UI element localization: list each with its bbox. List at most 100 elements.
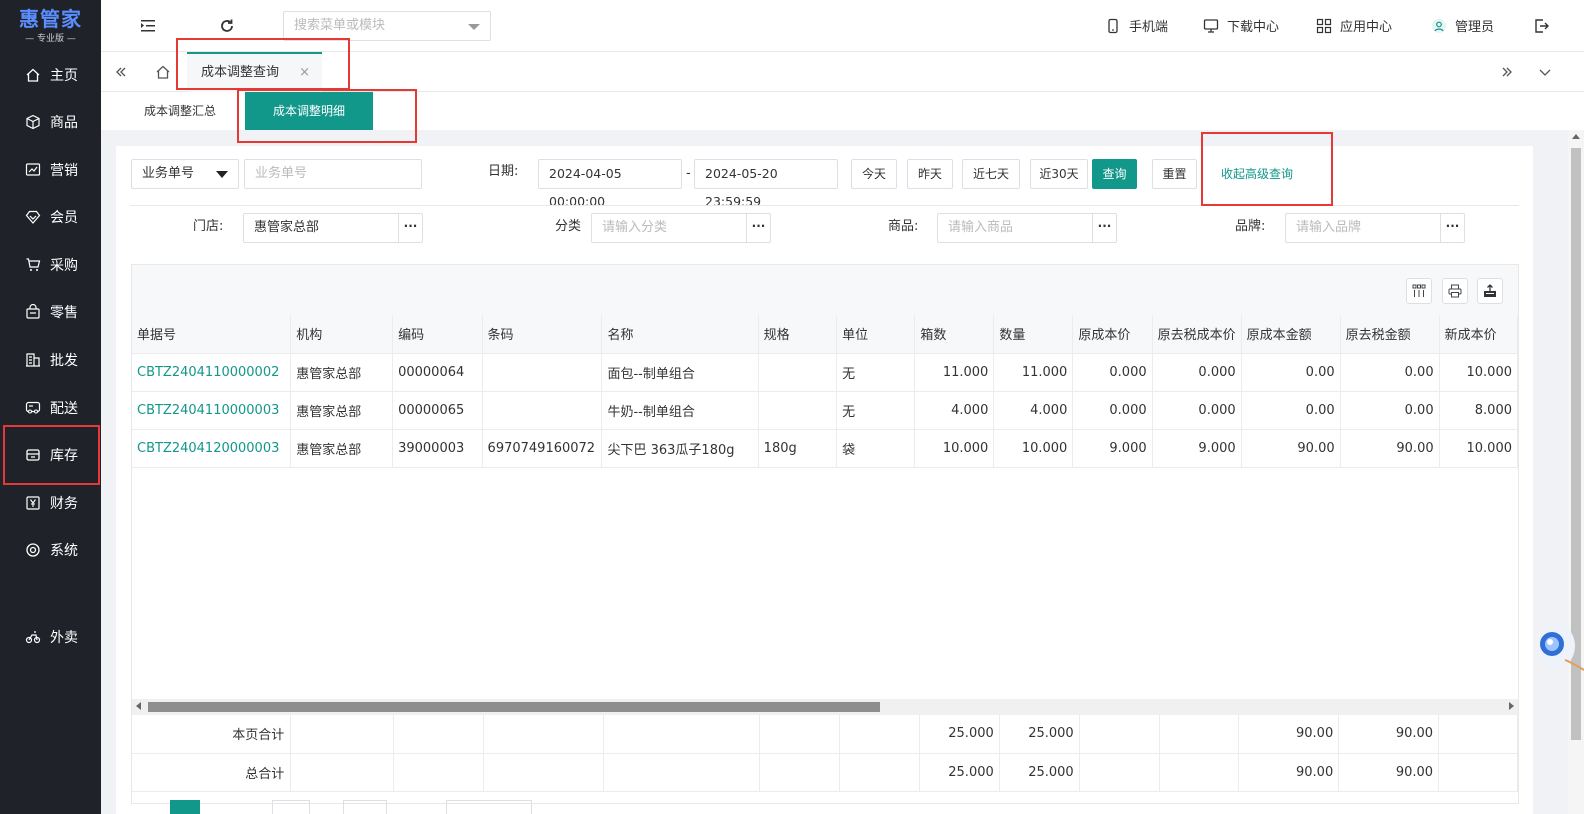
export-icon[interactable] (1477, 278, 1503, 304)
store-input[interactable]: 惠管家总部 ··· (243, 213, 423, 243)
yen-icon (24, 494, 42, 512)
close-icon[interactable]: × (299, 54, 310, 92)
column-header[interactable]: 规格 (758, 315, 838, 354)
date-to-input[interactable]: 2024-05-20 23:59:59 (694, 159, 838, 209)
tab-cost-detail[interactable]: 成本调整明细 (245, 92, 373, 130)
more-icon[interactable]: ··· (398, 214, 422, 242)
scroll-up-arrow-icon[interactable] (1572, 134, 1580, 139)
sidebar-item-label: 外卖 (50, 630, 78, 646)
user-menu[interactable]: 管理员 (1431, 16, 1494, 35)
search-button[interactable]: 查询 (1092, 159, 1137, 189)
table-cell: 0.00 (1241, 353, 1341, 392)
column-header[interactable]: 箱数 (914, 315, 995, 354)
table-cell: 10.000 (1439, 353, 1519, 392)
column-header[interactable]: 原去税金额 (1340, 315, 1440, 354)
date-from-input[interactable]: 2024-04-05 00:00:00 (538, 159, 682, 209)
tabs-scroll-left-icon[interactable] (109, 60, 133, 84)
sidebar-item-inventory[interactable]: 库存 (0, 435, 101, 475)
table-row[interactable]: CBTZ2404110000003 惠管家总部 00000065 牛奶--制单组合无 4… (132, 391, 1519, 430)
table-cell: 00000065 (392, 391, 483, 430)
sidebar-item-cart[interactable]: 采购 (0, 245, 101, 285)
mobile-link[interactable]: 手机端 (1105, 16, 1168, 35)
table-cell: 4.000 (993, 391, 1074, 430)
category-input[interactable]: 请输入分类 ··· (591, 213, 771, 243)
product-input[interactable]: 请输入商品 ··· (937, 213, 1117, 243)
app-logo[interactable]: 惠管家 — 专业版 — (0, 0, 101, 52)
download-center-link[interactable]: 下载中心 (1203, 16, 1279, 35)
menu-toggle-icon[interactable] (137, 14, 161, 38)
doc-type-select[interactable]: 业务单号 (131, 159, 239, 189)
totals-table: 本页合计 25.000 25.000 90.00 90.00 总合计 25.00… (132, 715, 1518, 792)
column-header[interactable]: 名称 (601, 315, 759, 354)
home-tab-icon[interactable] (151, 60, 175, 84)
more-icon[interactable]: ··· (746, 214, 770, 242)
tab-cost-summary[interactable]: 成本调整汇总 (144, 92, 216, 130)
sidebar-item-bike[interactable]: 外卖 (0, 617, 101, 657)
brand-label: 品牌: (1235, 219, 1266, 234)
brand-name: 惠管家 (19, 7, 82, 31)
refresh-icon[interactable] (215, 14, 239, 38)
more-icon[interactable]: ··· (1440, 214, 1464, 242)
chevron-down-icon[interactable] (1533, 60, 1557, 84)
doc-number-link[interactable]: CBTZ2404120000003 (132, 429, 292, 468)
sidebar-item-home[interactable]: 主页 (0, 55, 101, 95)
sidebar-item-settings[interactable]: 系统 (0, 530, 101, 570)
column-header[interactable]: 数量 (993, 315, 1074, 354)
last-30-days-button[interactable]: 近30天 (1030, 159, 1088, 189)
column-header[interactable]: 原去税成本价 (1152, 315, 1242, 354)
table-cell: 6970749160072 (482, 429, 603, 468)
table-cell: 0.000 (1072, 391, 1153, 430)
sidebar-item-yen[interactable]: 财务 (0, 483, 101, 523)
column-header[interactable]: 单据号 (132, 315, 292, 354)
sidebar-item-building[interactable]: 批发 (0, 340, 101, 380)
column-header[interactable]: 原成本价 (1072, 315, 1153, 354)
table-row[interactable]: CBTZ2404110000002 惠管家总部 00000064 面包--制单组合无 1… (132, 353, 1519, 392)
vertical-scrollbar[interactable] (1568, 130, 1584, 814)
scroll-right-arrow-icon[interactable] (1509, 702, 1514, 710)
doc-number-link[interactable]: CBTZ2404110000002 (132, 353, 292, 392)
tab-cost-adjustment-query[interactable]: 成本调整查询 × (187, 52, 322, 92)
column-header[interactable]: 单位 (836, 315, 916, 354)
table-row[interactable]: CBTZ2404120000003 惠管家总部 39000003 6970749160… (132, 429, 1519, 468)
sidebar-item-label: 批发 (50, 353, 78, 369)
sidebar-item-label: 商品 (50, 115, 78, 131)
sidebar-item-bag[interactable]: 零售 (0, 292, 101, 332)
table-cell (482, 353, 603, 392)
tabs-scroll-right-icon[interactable] (1495, 60, 1519, 84)
column-settings-icon[interactable] (1406, 278, 1432, 304)
pager-size-select[interactable] (272, 800, 310, 814)
pager-current[interactable] (170, 800, 200, 814)
sidebar-item-box[interactable]: 商品 (0, 102, 101, 142)
column-header[interactable]: 编码 (392, 315, 483, 354)
menu-search-select[interactable]: 搜索菜单或模块 (283, 11, 491, 41)
sidebar: 惠管家 — 专业版 — 主页商品营销会员采购零售批发配送库存财务系统外卖 (0, 0, 101, 814)
more-icon[interactable]: ··· (1092, 214, 1116, 242)
column-header[interactable]: 条码 (482, 315, 603, 354)
table-body: CBTZ2404110000002 惠管家总部 00000064 面包--制单组合无 1… (132, 353, 1519, 468)
scroll-left-arrow-icon[interactable] (136, 702, 141, 710)
app-center-link[interactable]: 应用中心 (1316, 16, 1392, 35)
page-total-row: 本页合计 25.000 25.000 90.00 90.00 (132, 715, 1518, 754)
sidebar-item-chart[interactable]: 营销 (0, 150, 101, 190)
monitor-icon (1203, 18, 1219, 33)
grand-total-orig-amount: 90.00 (1238, 753, 1340, 792)
column-header[interactable]: 机构 (290, 315, 394, 354)
reset-button[interactable]: 重置 (1152, 159, 1197, 189)
pager-jump-input[interactable] (343, 800, 387, 814)
brand-input[interactable]: 请输入品牌 ··· (1285, 213, 1465, 243)
today-button[interactable]: 今天 (851, 159, 897, 189)
print-icon[interactable] (1442, 278, 1468, 304)
collapse-advanced-search-link[interactable]: 收起高级查询 (1221, 159, 1293, 189)
horizontal-scrollbar[interactable] (132, 699, 1518, 715)
doc-number-link[interactable]: CBTZ2404110000003 (132, 391, 292, 430)
column-header[interactable]: 新成本价 (1439, 315, 1519, 354)
sidebar-item-diamond[interactable]: 会员 (0, 197, 101, 237)
scrollbar-thumb[interactable] (148, 702, 880, 712)
assistant-robot-icon[interactable] (1535, 606, 1584, 678)
last-7-days-button[interactable]: 近七天 (962, 159, 1020, 189)
logout-icon[interactable] (1529, 14, 1553, 38)
yesterday-button[interactable]: 昨天 (907, 159, 953, 189)
sidebar-item-truck[interactable]: 配送 (0, 388, 101, 428)
doc-number-input[interactable]: 业务单号 (244, 159, 422, 189)
column-header[interactable]: 原成本金额 (1241, 315, 1341, 354)
